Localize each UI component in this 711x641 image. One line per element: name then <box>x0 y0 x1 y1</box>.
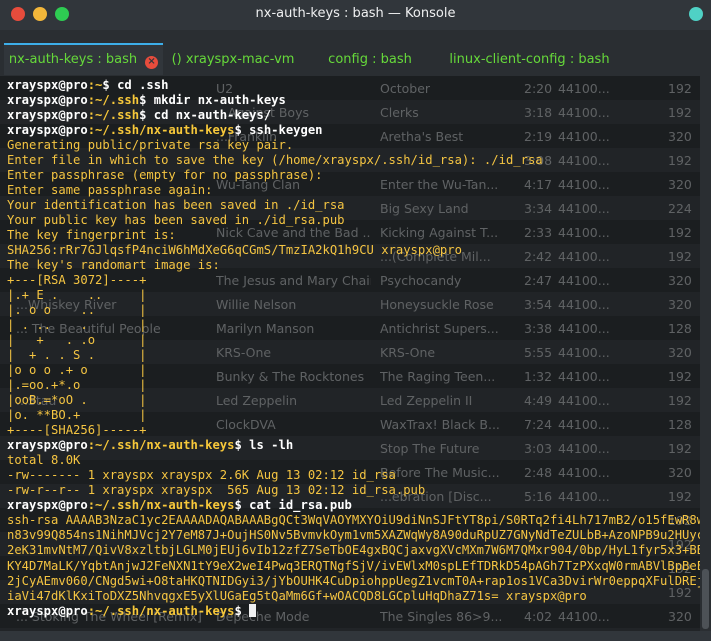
tab-label: config : bash <box>328 52 412 67</box>
scrollbar-thumb[interactable] <box>702 569 709 629</box>
output-line: Enter passphrase (empty for no passphras… <box>7 168 323 183</box>
output-line: KY4D7MaLK/YqbtAnjwJ2FeNXN1tY9eX2weI4Pwq3… <box>7 558 700 573</box>
output-line: 2eK31mvNtM7/QivV8xzltbjLGLM0jEUj6vIb12zf… <box>7 543 700 558</box>
prompt-user: xrayspx@pro <box>7 498 88 513</box>
output-line: |.+ E . .. | <box>7 288 147 303</box>
prompt-command: $ ssh-keygen <box>234 123 323 138</box>
prompt-command: $ ls -lh <box>234 438 294 453</box>
prompt-line: xrayspx@pro:~/.ssh/nx-auth-keys$ <box>7 603 700 619</box>
output-line: Your public key has been saved in ./id_r… <box>7 213 345 228</box>
tab-label: linux-client-config : bash <box>449 52 610 67</box>
prompt-path: :~ <box>87 78 103 92</box>
output-line: -rw------- 1 xrayspx xrayspx 2.6K Aug 13… <box>7 468 396 483</box>
output-line: Generating public/private rsa key pair. <box>7 138 294 153</box>
output-line: |ooB.=*oO . | <box>7 393 147 408</box>
output-line: ssh-rsa AAAAB3NzaC1yc2EAAAADAQABAAABgQCt… <box>7 513 700 528</box>
output-line: |.=oo.+*.o | <box>7 378 147 393</box>
prompt-line: xrayspx@pro:~/.ssh/nx-auth-keys$ ls -lh <box>7 438 700 453</box>
prompt-path: :~/.ssh/nx-auth-keys <box>87 603 235 618</box>
output-line: 2jCyAEmv060/CNgd5wi+O8taHKQTNIDGyi3/jYbO… <box>7 573 700 588</box>
prompt-command: $ cd .ssh <box>102 78 169 92</box>
output-line: +---[RSA 3072]----+ <box>7 273 147 288</box>
prompt-command: $ cat id_rsa.pub <box>234 498 352 513</box>
output-line: |o o o .+ o | <box>7 363 147 378</box>
prompt-path: :~/.ssh/nx-auth-keys <box>87 438 235 453</box>
tab-bar: nx-auth-keys : bash × () xrayspx-mac-vm con… <box>0 30 711 76</box>
output-line: |. o o .. | <box>7 303 147 318</box>
prompt-line: xrayspx@pro:~/.ssh/nx-auth-keys$ cat id_… <box>7 498 700 513</box>
tab-3[interactable]: linux-client-config : bash <box>447 45 612 75</box>
prompt-command: $ <box>234 603 250 618</box>
output-line: Enter file in which to save the key (/ho… <box>7 153 543 168</box>
terminal-view[interactable]: U2 October 2:20 44100... 192 ...Against Boys C… <box>0 76 700 631</box>
output-line: total 8.0K <box>7 453 81 468</box>
tab-label: nx-auth-keys : bash <box>8 52 138 67</box>
prompt-user: xrayspx@pro <box>7 93 88 108</box>
output-line: The key's randomart image is: <box>7 258 220 273</box>
keep-above-button[interactable] <box>689 7 703 21</box>
prompt-line: xrayspx@pro:~/.ssh/nx-auth-keys$ ssh-key… <box>7 123 700 138</box>
output-line: | . .. . | <box>7 318 147 333</box>
terminal-scrollbar[interactable] <box>700 76 711 631</box>
prompt-line: xrayspx@pro:~$ cd .ssh <box>7 78 700 93</box>
prompt-command: $ cd nx-auth-keys/ <box>139 108 272 123</box>
output-line: | + . .o | <box>7 333 147 348</box>
output-line: Enter same passphrase again: <box>7 183 213 198</box>
prompt-line: xrayspx@pro:~/.ssh$ cd nx-auth-keys/ <box>7 108 700 123</box>
text-cursor <box>249 603 257 617</box>
prompt-line: xrayspx@pro:~/.ssh$ mkdir nx-auth-keys <box>7 93 700 108</box>
prompt-path: :~/.ssh <box>87 93 140 108</box>
window-title: nx-auth-keys : bash — Konsole <box>255 6 456 21</box>
prompt-user: xrayspx@pro <box>7 438 88 453</box>
output-line: n83v99Q854ns1NihMJVcj2Y7eM87J+OujHS0Nv5B… <box>7 528 700 543</box>
output-line: -rw-r--r-- 1 xrayspx xrayspx 565 Aug 13 … <box>7 483 426 498</box>
close-tab-icon[interactable]: × <box>145 56 159 69</box>
prompt-user: xrayspx@pro <box>7 108 88 123</box>
output-line: SHA256:rRr7GJlqsfP4nciW6hMdXeG6qCGmS/Tmz… <box>7 243 462 258</box>
terminal-output: xrayspx@pro:~$ cd .ssh xrayspx@pro:~/.ssh… <box>7 78 700 619</box>
output-line: iaVi47dKlKxiToDXZ5NhvqgxE5yXlUGaEg5tQaMm… <box>7 588 587 603</box>
prompt-user: xrayspx@pro <box>7 78 88 92</box>
tab-label: () xrayspx-mac-vm <box>171 52 295 67</box>
prompt-path: :~/.ssh/nx-auth-keys <box>87 498 235 513</box>
prompt-command: $ mkdir nx-auth-keys <box>139 93 286 108</box>
output-line: Your identification has been saved in ./… <box>7 198 345 213</box>
output-line: | + . . S . | <box>7 348 147 363</box>
window-titlebar[interactable]: nx-auth-keys : bash — Konsole <box>0 0 711 30</box>
prompt-path: :~/.ssh <box>87 108 140 123</box>
tab-0[interactable]: nx-auth-keys : bash × <box>4 43 163 75</box>
prompt-user: xrayspx@pro <box>7 603 88 618</box>
output-line: +----[SHA256]-----+ <box>7 423 147 438</box>
output-line: |o. **BO.+ | <box>7 408 147 423</box>
output-line: The key fingerprint is: <box>7 228 176 243</box>
tab-2[interactable]: config : bash <box>320 45 420 75</box>
tab-1[interactable]: () xrayspx-mac-vm <box>168 45 298 75</box>
prompt-user: xrayspx@pro <box>7 123 88 138</box>
prompt-path: :~/.ssh/nx-auth-keys <box>87 123 235 138</box>
window-bottom-border <box>0 631 711 641</box>
